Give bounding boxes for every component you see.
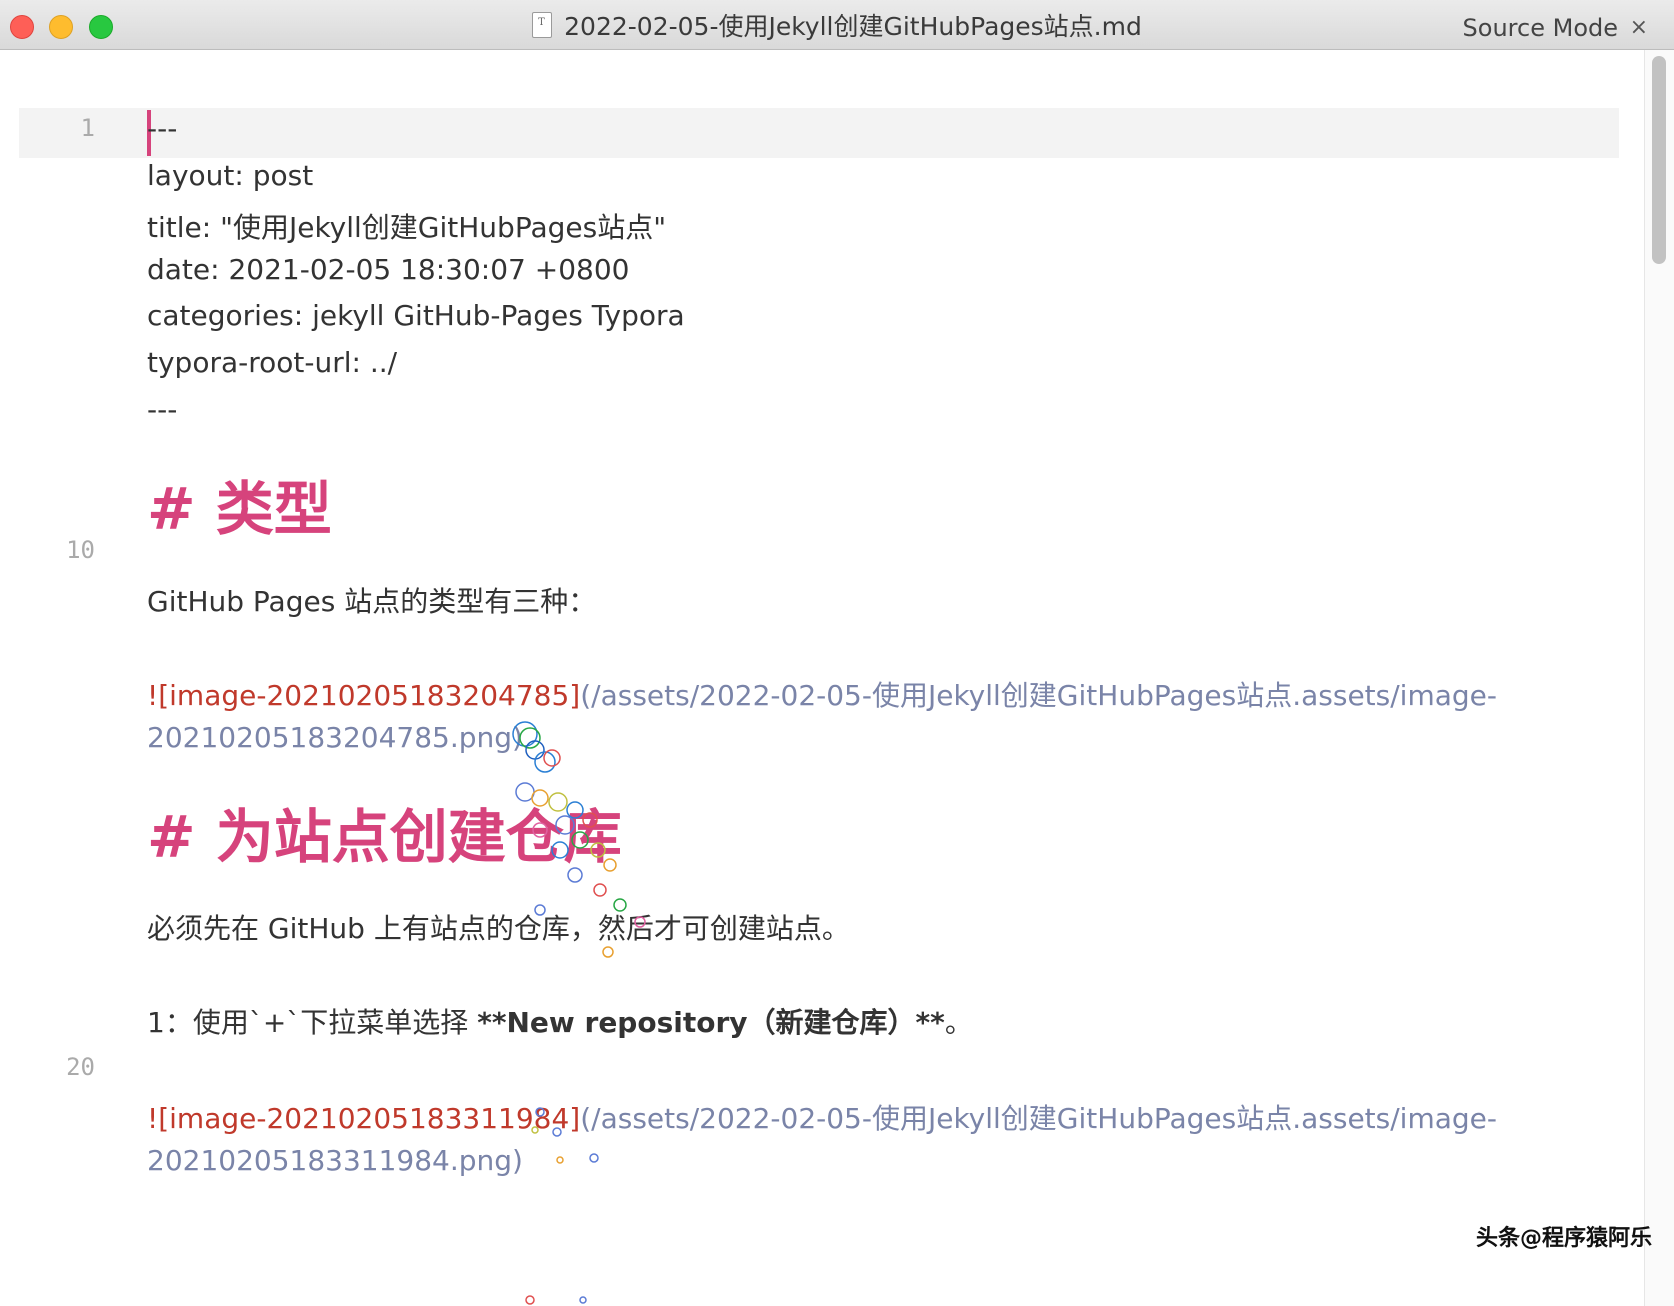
- document-name: 2022-02-05-使用Jekyll创建GitHubPages站点.md: [564, 12, 1142, 41]
- minimize-window-button[interactable]: [49, 15, 73, 39]
- source-editor[interactable]: 1 10 20 --- layout: post title: "使用Jekyl…: [0, 50, 1644, 1306]
- cursor-trail-decoration: [512, 721, 646, 1305]
- title-bar: 2022-02-05-使用Jekyll创建GitHubPages站点.md So…: [0, 0, 1674, 50]
- window-title: 2022-02-05-使用Jekyll创建GitHubPages站点.md: [0, 0, 1674, 50]
- zoom-window-button[interactable]: [89, 15, 113, 39]
- scrollbar-thumb[interactable]: [1652, 56, 1666, 264]
- exit-source-mode-button[interactable]: ×: [1630, 0, 1648, 50]
- document-icon: [532, 12, 553, 38]
- watermark-label: 头条@程序猿阿乐: [1475, 1226, 1652, 1251]
- close-window-button[interactable]: [10, 15, 34, 39]
- source-mode-label: Source Mode: [1462, 14, 1618, 42]
